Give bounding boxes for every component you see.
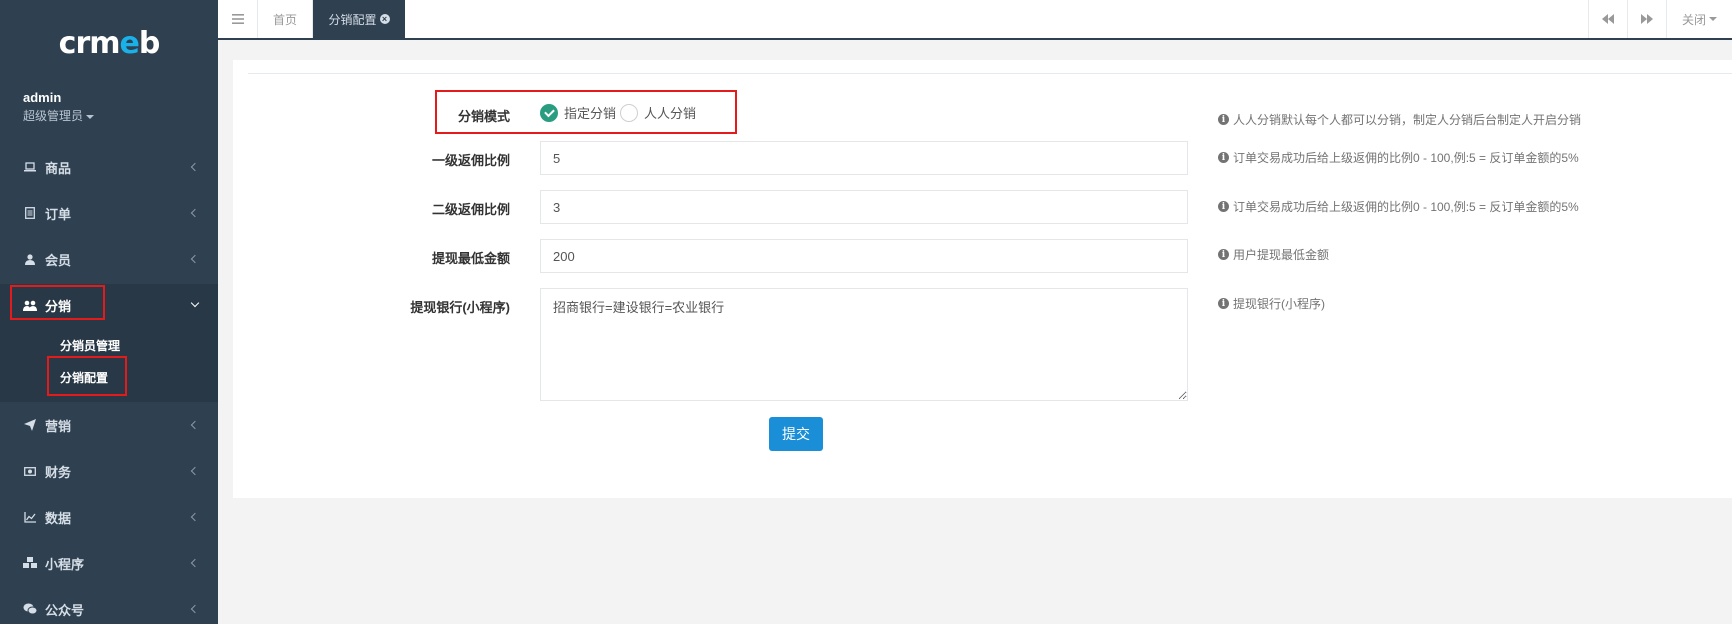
level1-commission-input[interactable] bbox=[540, 141, 1188, 175]
chevron-left-icon bbox=[190, 162, 200, 172]
chevron-left-icon bbox=[190, 466, 200, 476]
chevron-left-icon bbox=[190, 254, 200, 264]
tab-label: 分销配置 bbox=[328, 12, 377, 27]
sidebar-item-orders[interactable]: 订单 bbox=[0, 192, 218, 234]
sidebar-item-distribution[interactable]: 分销 bbox=[0, 284, 218, 326]
sidebar-item-label: 营销 bbox=[45, 418, 72, 434]
close-tabs-dropdown[interactable]: 关闭 bbox=[1666, 0, 1732, 38]
file-icon bbox=[23, 206, 37, 220]
tab-distribution-config[interactable]: 分销配置 × bbox=[313, 0, 405, 38]
radio-option-label: 人人分销 bbox=[644, 106, 697, 121]
level1-commission-label: 一级返佣比例 bbox=[431, 153, 510, 168]
submenu-item-distributor-management[interactable]: 分销员管理 bbox=[60, 337, 120, 354]
info-icon: i bbox=[1218, 114, 1229, 125]
min-withdraw-input[interactable] bbox=[540, 239, 1188, 273]
level2-commission-label: 二级返佣比例 bbox=[431, 202, 510, 217]
distribution-mode-label: 分销模式 bbox=[457, 109, 510, 124]
forward-icon bbox=[1641, 14, 1653, 24]
chevron-left-icon bbox=[190, 208, 200, 218]
line-chart-icon bbox=[23, 510, 37, 524]
level2-commission-hint: i 订单交易成功后给上级返佣的比例0 - 100,例:5 = 反订单金额的5% bbox=[1218, 198, 1579, 215]
distribution-mode-hint: i 人人分销默认每个人都可以分销，制定人分销后台制定人开启分销 bbox=[1218, 111, 1581, 128]
sidebar-item-marketing[interactable]: 营销 bbox=[0, 404, 218, 446]
chevron-left-icon bbox=[190, 558, 200, 568]
hamburger-icon bbox=[231, 14, 244, 24]
info-icon: i bbox=[1218, 298, 1229, 309]
users-icon bbox=[23, 298, 37, 312]
radio-everyone-distribution[interactable] bbox=[620, 103, 639, 122]
wechat-icon bbox=[23, 602, 37, 616]
info-icon: i bbox=[1218, 249, 1229, 260]
sidebar-item-mini-program[interactable]: 小程序 bbox=[0, 542, 218, 584]
logo: crmeb bbox=[58, 26, 161, 61]
withdraw-banks-label: 提现银行(小程序) bbox=[410, 300, 510, 315]
scroll-tabs-left-button[interactable] bbox=[1588, 0, 1627, 38]
radio-designated-distribution[interactable] bbox=[540, 103, 558, 122]
caret-down-icon bbox=[1709, 17, 1717, 21]
sidebar-item-official-account[interactable]: 公众号 bbox=[0, 588, 218, 624]
cubes-icon bbox=[23, 556, 37, 570]
sidebar-item-members[interactable]: 会员 bbox=[0, 238, 218, 280]
chevron-left-icon bbox=[190, 420, 200, 430]
caret-down-icon bbox=[86, 114, 95, 119]
info-icon: i bbox=[1218, 152, 1229, 163]
sidebar-item-data[interactable]: 数据 bbox=[0, 496, 218, 538]
paper-plane-icon bbox=[23, 418, 37, 432]
distribution-mode-radio-group: 指定分销 人人分销 bbox=[540, 103, 696, 122]
panel-divider bbox=[248, 73, 1732, 74]
sidebar: crmeb admin 超级管理员 商品 订单 会员 分销 分销员管理 分销配置 bbox=[0, 0, 218, 624]
sidebar-item-goods[interactable]: 商品 bbox=[0, 146, 218, 188]
scroll-tabs-right-button[interactable] bbox=[1627, 0, 1666, 38]
level2-commission-input[interactable] bbox=[540, 190, 1188, 224]
withdraw-banks-textarea[interactable]: 招商银行=建设银行=农业银行 bbox=[540, 288, 1188, 401]
min-withdraw-hint: i 用户提现最低金额 bbox=[1218, 246, 1329, 263]
profile-role-dropdown[interactable]: 超级管理员 bbox=[23, 107, 95, 124]
info-icon: i bbox=[1218, 201, 1229, 212]
min-withdraw-label: 提现最低金额 bbox=[431, 251, 510, 266]
tab-home[interactable]: 首页 bbox=[258, 0, 313, 38]
sidebar-item-finance[interactable]: 财务 bbox=[0, 450, 218, 492]
chevron-left-icon bbox=[190, 604, 200, 614]
tab-bar: 首页 分销配置 × 关闭 bbox=[218, 0, 1732, 40]
laptop-icon bbox=[23, 160, 37, 174]
sidebar-item-label: 小程序 bbox=[45, 556, 85, 572]
sidebar-item-label: 财务 bbox=[45, 464, 72, 480]
sidebar-item-label: 会员 bbox=[45, 252, 72, 268]
level1-commission-hint: i 订单交易成功后给上级返佣的比例0 - 100,例:5 = 反订单金额的5% bbox=[1218, 149, 1579, 166]
chevron-left-icon bbox=[190, 512, 200, 522]
user-icon bbox=[23, 252, 37, 266]
radio-option-label: 指定分销 bbox=[564, 106, 617, 121]
submit-button[interactable]: 提交 bbox=[769, 417, 823, 451]
sidebar-item-label: 分销 bbox=[45, 298, 72, 314]
close-tab-icon[interactable]: × bbox=[379, 14, 390, 24]
chevron-down-icon bbox=[190, 298, 200, 308]
sidebar-item-label: 数据 bbox=[45, 510, 72, 526]
submenu-item-distribution-config[interactable]: 分销配置 bbox=[60, 369, 108, 386]
menu-toggle-button[interactable] bbox=[218, 0, 258, 38]
sidebar-item-label: 订单 bbox=[45, 206, 72, 222]
withdraw-banks-hint: i 提现银行(小程序) bbox=[1218, 295, 1325, 312]
backward-icon bbox=[1602, 14, 1614, 24]
money-icon bbox=[23, 464, 37, 478]
sidebar-item-label: 公众号 bbox=[45, 602, 85, 618]
sidebar-item-label: 商品 bbox=[45, 160, 72, 176]
profile-name: admin bbox=[23, 90, 62, 105]
